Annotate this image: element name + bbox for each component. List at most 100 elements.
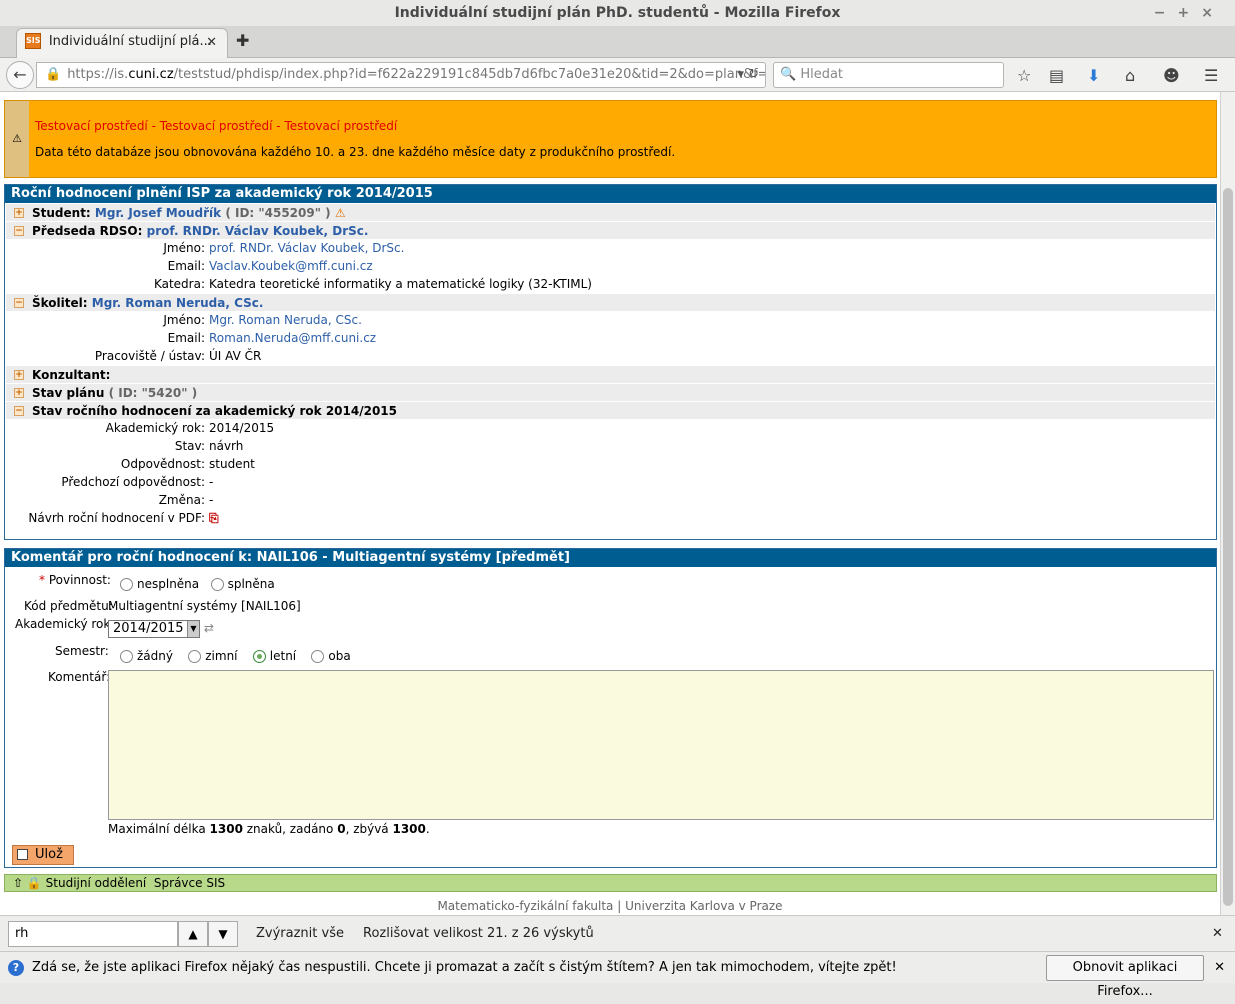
radio-label: žádný [137,649,173,663]
radio-semester-winter[interactable] [188,650,202,663]
supervisor-label: Školitel: [32,296,88,310]
annual-evaluation-panel: Roční hodnocení plnění ISP za akademický… [4,184,1217,540]
browser-window: Individuální studijní plán PhD. studentů… [0,0,1235,999]
footer-links: Matematicko-fyzikální fakulta | Univerzi… [0,899,1220,913]
radio-not-fulfilled[interactable] [120,578,133,591]
chair-email-row: Email: Vaclav.Koubek@mff.cuni.cz [5,257,1216,275]
course-label: Kód předmětu: [24,599,113,613]
swap-icon[interactable]: ⇄ [204,621,214,635]
collapse-icon[interactable]: − [14,226,24,236]
find-input[interactable]: rh [8,921,178,947]
scrollbar-thumb[interactable] [1223,188,1233,906]
warning-title: Testovací prostředí - Testovací prostřed… [35,119,398,133]
find-previous-button[interactable]: ▲ [178,921,208,947]
section-student[interactable]: + Student: Mgr. Josef Moudřík ( ID: "4552… [6,203,1215,221]
minimize-icon[interactable]: − [1154,5,1178,21]
field-label: Jméno: [163,241,205,255]
comment-label: Komentář: [48,670,111,684]
download-icon[interactable]: ⬇ [1087,66,1100,85]
required-mark: * [39,573,45,587]
match-case-toggle[interactable]: Rozlišovat velikost [363,926,483,941]
panel-title: Komentář pro roční hodnocení k: NAIL106 … [5,549,1216,567]
navigation-bar: ← 🔒 https://is.cuni.cz/teststud/phdisp/in… [0,58,1235,92]
supervisor-email-link[interactable]: Roman.Neruda@mff.cuni.cz [209,329,376,347]
collapse-icon[interactable]: − [14,406,24,416]
chair-name-link[interactable]: prof. RNDr. Václav Koubek, DrSc. [209,239,404,257]
student-link[interactable]: Mgr. Josef Moudřík [95,206,221,220]
collapse-icon[interactable]: − [14,298,24,308]
max-length-note: Maximální délka 1300 znaků, zadáno 0, zb… [108,822,430,836]
smiley-icon[interactable]: ☻ [1163,66,1180,85]
field-label: Email: [167,331,205,345]
radio-label: letní [269,649,297,663]
up-arrow-icon[interactable]: ⇧ [13,876,23,890]
close-tab-icon[interactable]: ✕ [206,35,217,50]
expand-icon[interactable]: + [14,370,24,380]
pdf-icon[interactable]: ⎘ [209,509,219,527]
sis-favicon-icon: SIS [25,33,41,49]
radio-fulfilled[interactable] [210,578,224,591]
tab-active[interactable]: SIS Individuální studijní plá... ✕ [16,28,228,58]
url-prefix: https://is. [67,67,129,82]
study-office-link[interactable]: Studijní oddělení [46,876,147,890]
home-icon[interactable]: ⌂ [1125,66,1135,85]
radio-semester-summer[interactable] [252,650,266,663]
highlight-all-toggle[interactable]: Zvýraznit vše [256,926,344,941]
duty-row: * Povinnost: [39,573,111,587]
comment-panel: Komentář pro roční hodnocení k: NAIL106 … [4,548,1217,868]
eval-label: Stav ročního hodnocení za akademický rok… [32,404,397,418]
radio-label: zimní [205,649,238,663]
find-next-button[interactable]: ▼ [208,921,238,947]
radio-semester-both[interactable] [311,650,325,663]
note-text: Maximální délka [108,822,210,836]
section-consultant[interactable]: + Konzultant: [6,365,1215,383]
find-bar: rh ▲ ▼ Zvýraznit vše Rozlišovat velikost… [0,915,1235,951]
close-find-icon[interactable]: ✕ [1212,926,1223,941]
section-supervisor[interactable]: − Školitel: Mgr. Roman Neruda, CSc. [6,293,1215,311]
expand-icon[interactable]: + [14,388,24,398]
comment-textarea[interactable] [108,670,1214,820]
faculty-link[interactable]: Matematicko-fyzikální fakulta [437,899,613,913]
year-select[interactable]: 2014/2015 ▼ [108,620,200,638]
sis-admin-link[interactable]: Správce SIS [154,876,225,890]
reading-list-icon[interactable]: ▤ [1049,66,1064,85]
field-label: Pracoviště / ústav: [94,349,205,363]
plan-label: Stav plánu [32,386,105,400]
section-plan-status[interactable]: + Stav plánu ( ID: "5420" ) [6,383,1215,401]
section-eval-status[interactable]: − Stav ročního hodnocení za akademický ro… [6,401,1215,419]
bookmark-star-icon[interactable]: ☆ [1017,66,1031,85]
radio-semester-none[interactable] [120,650,133,663]
field-value: - [209,475,214,489]
note-remaining: 1300 [392,822,426,836]
radio-label: nesplněna [137,577,200,591]
chair-name-row: Jméno: prof. RNDr. Václav Koubek, DrSc. [5,239,1216,257]
search-input[interactable]: 🔍 Hledat [773,62,1004,88]
search-icon: 🔍 [780,67,797,82]
maximize-icon[interactable]: + [1178,5,1202,21]
close-icon[interactable]: × [1201,5,1225,21]
back-button[interactable]: ← [6,61,34,89]
supervisor-link[interactable]: Mgr. Roman Neruda, CSc. [92,296,264,310]
section-chair[interactable]: − Předseda RDSO: prof. RNDr. Václav Koube… [6,221,1215,239]
url-bar[interactable]: 🔒 https://is.cuni.cz/teststud/phdisp/inde… [36,62,766,88]
chair-email-link[interactable]: Vaclav.Koubek@mff.cuni.cz [209,257,373,275]
reload-icon[interactable]: ▾ ↻ [737,63,759,87]
university-link[interactable]: Univerzita Karlova v Praze [625,899,782,913]
lock-icon: 🔒 [26,876,42,890]
new-tab-icon[interactable]: ✚ [236,31,249,50]
semester-options: žádný zimní letní oba [120,649,351,663]
close-notification-icon[interactable]: ✕ [1214,960,1225,975]
test-environment-banner: ⚠ Testovací prostředí - Testovací prostř… [4,100,1217,178]
semester-label: Semestr: [55,644,109,658]
vertical-scrollbar[interactable] [1220,92,1235,915]
url-path: /teststud/phdisp/index.php?id=f622a22919… [173,67,766,82]
field-label: Jméno: [163,313,205,327]
refresh-firefox-button[interactable]: Obnovit aplikaci Firefox... [1046,955,1204,999]
supervisor-name-link[interactable]: Mgr. Roman Neruda, CSc. [209,311,362,329]
radio-label: oba [328,649,351,663]
expand-icon[interactable]: + [14,208,24,218]
chair-dept-row: Katedra: Katedra teoretické informatiky a… [5,275,1216,293]
save-button[interactable]: Ulož [12,845,74,865]
menu-icon[interactable]: ☰ [1204,66,1218,85]
chair-link[interactable]: prof. RNDr. Václav Koubek, DrSc. [147,224,369,238]
